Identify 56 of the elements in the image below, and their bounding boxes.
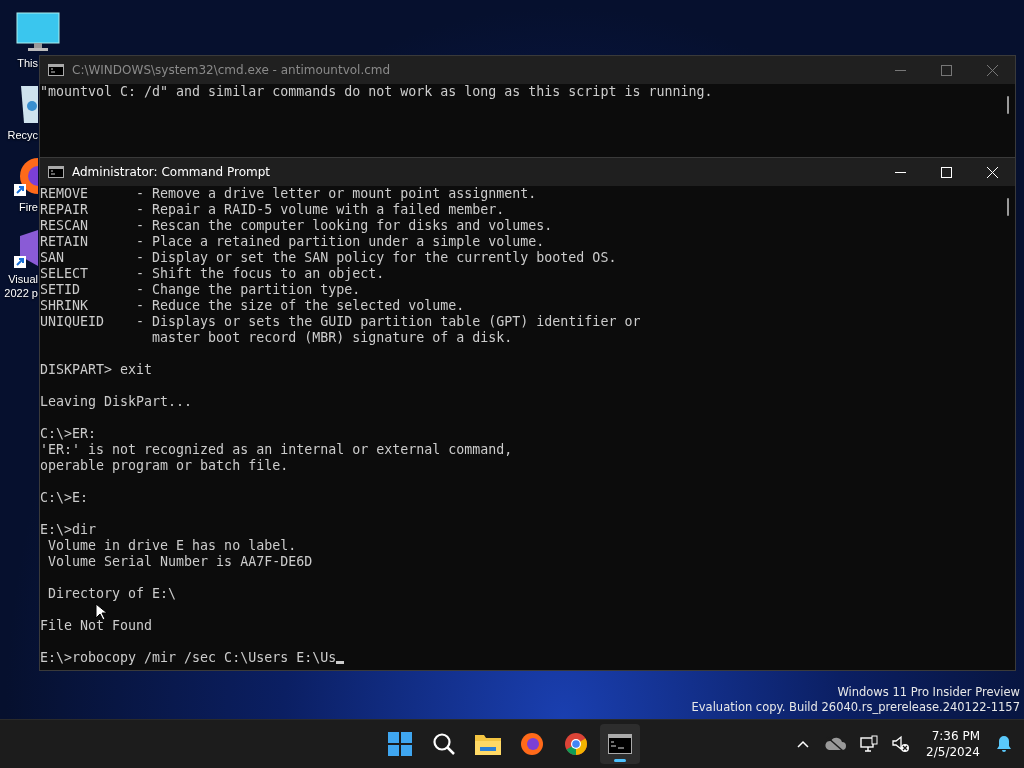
console-line: REPAIR - Repair a RAID-5 volume with a failed member. xyxy=(40,202,506,218)
close-icon xyxy=(986,166,998,178)
window-title: Administrator: Command Prompt xyxy=(72,165,271,179)
console-icon xyxy=(48,166,64,178)
scrollbar-thumb[interactable] xyxy=(1007,198,1009,216)
console-line: master boot record (MBR) signature of a disk. xyxy=(151,330,514,346)
console-line: Volume in drive E has no label. xyxy=(47,538,298,554)
command-input[interactable]: E:\>robocopy /mir /sec C:\Users E:\Us xyxy=(40,650,1001,666)
desktop-icon-label[interactable]: This xyxy=(17,56,38,70)
windows-logo-icon xyxy=(388,732,412,756)
console-icon xyxy=(608,734,632,754)
console-line: RESCAN - Rescan the computer looking for disks and volumes. xyxy=(40,218,554,234)
console-line: SHRINK - Reduce the size of the selected volume. xyxy=(40,298,466,314)
console-line: C:\>ER: xyxy=(40,426,98,442)
taskbar-app-button[interactable] xyxy=(600,724,640,764)
console-line: SAN - Display or set the SAN policy for the currently booted OS. xyxy=(40,250,618,266)
clock[interactable]: 7:36 PM 2/5/2024 xyxy=(922,728,984,760)
console-line: Volume Serial Number is AA7F-DE6D xyxy=(47,554,314,570)
network-icon[interactable] xyxy=(858,733,881,755)
console-line: File Not Found xyxy=(40,618,154,634)
console-line: REMOVE - Remove a drive letter or mount point assignment. xyxy=(40,186,538,202)
bell-icon[interactable] xyxy=(994,733,1014,755)
firefox-icon xyxy=(520,732,544,756)
close-icon xyxy=(986,64,998,76)
edition-text: Windows 11 Pro Insider Preview xyxy=(837,685,1020,700)
desktop-icon-label[interactable]: Fire xyxy=(19,200,38,214)
console-line: UNIQUEID - Displays or sets the GUID partition table (GPT) identifier or xyxy=(40,314,642,330)
search-icon xyxy=(432,732,456,756)
console-line: RETAIN - Place a retained partition under a simple volume. xyxy=(40,234,546,250)
console-line: "mountvol C: /d" and similar commands do not work as long as this script is running. xyxy=(40,84,714,100)
mouse-pointer-icon xyxy=(95,603,107,621)
firefox-icon xyxy=(14,156,38,196)
folder-icon xyxy=(475,733,501,755)
desktop-icon-label[interactable]: Visual 2022 p xyxy=(4,272,38,300)
console-line: operable program or batch file. xyxy=(40,458,290,474)
window-title: C:\WINDOWS\system32\cmd.exe - antimountvol.cmd xyxy=(72,63,392,77)
console-line: 'ER:' is not recognized as an internal or external command, xyxy=(40,442,514,458)
monitor-icon xyxy=(16,12,60,52)
maximize-icon xyxy=(940,64,952,76)
recycle-bin-icon xyxy=(20,84,38,124)
console-line: SETID - Change the partition type. xyxy=(40,282,362,298)
clock-date: 2/5/2024 xyxy=(926,744,980,760)
console-line: C:\>E: xyxy=(40,490,90,506)
edition-text: Evaluation copy. Build 26040.rs_prerelease.240122-1157 xyxy=(691,700,1020,715)
console-icon xyxy=(48,64,64,76)
console-line: E:\>dir xyxy=(40,522,98,538)
desktop-icon-label[interactable]: Recyc xyxy=(7,128,38,142)
scrollbar-thumb[interactable] xyxy=(1007,96,1009,114)
console-line: Directory of E:\ xyxy=(47,586,178,602)
console-line: DISKPART> exit xyxy=(40,362,154,378)
clock-time: 7:36 PM xyxy=(931,728,980,744)
visual-studio-icon xyxy=(14,228,38,268)
chrome-icon xyxy=(564,732,588,756)
maximize-icon xyxy=(940,166,952,178)
console-line: SELECT - Shift the focus to an object. xyxy=(40,266,386,282)
console-line: Leaving DiskPart... xyxy=(40,394,194,410)
